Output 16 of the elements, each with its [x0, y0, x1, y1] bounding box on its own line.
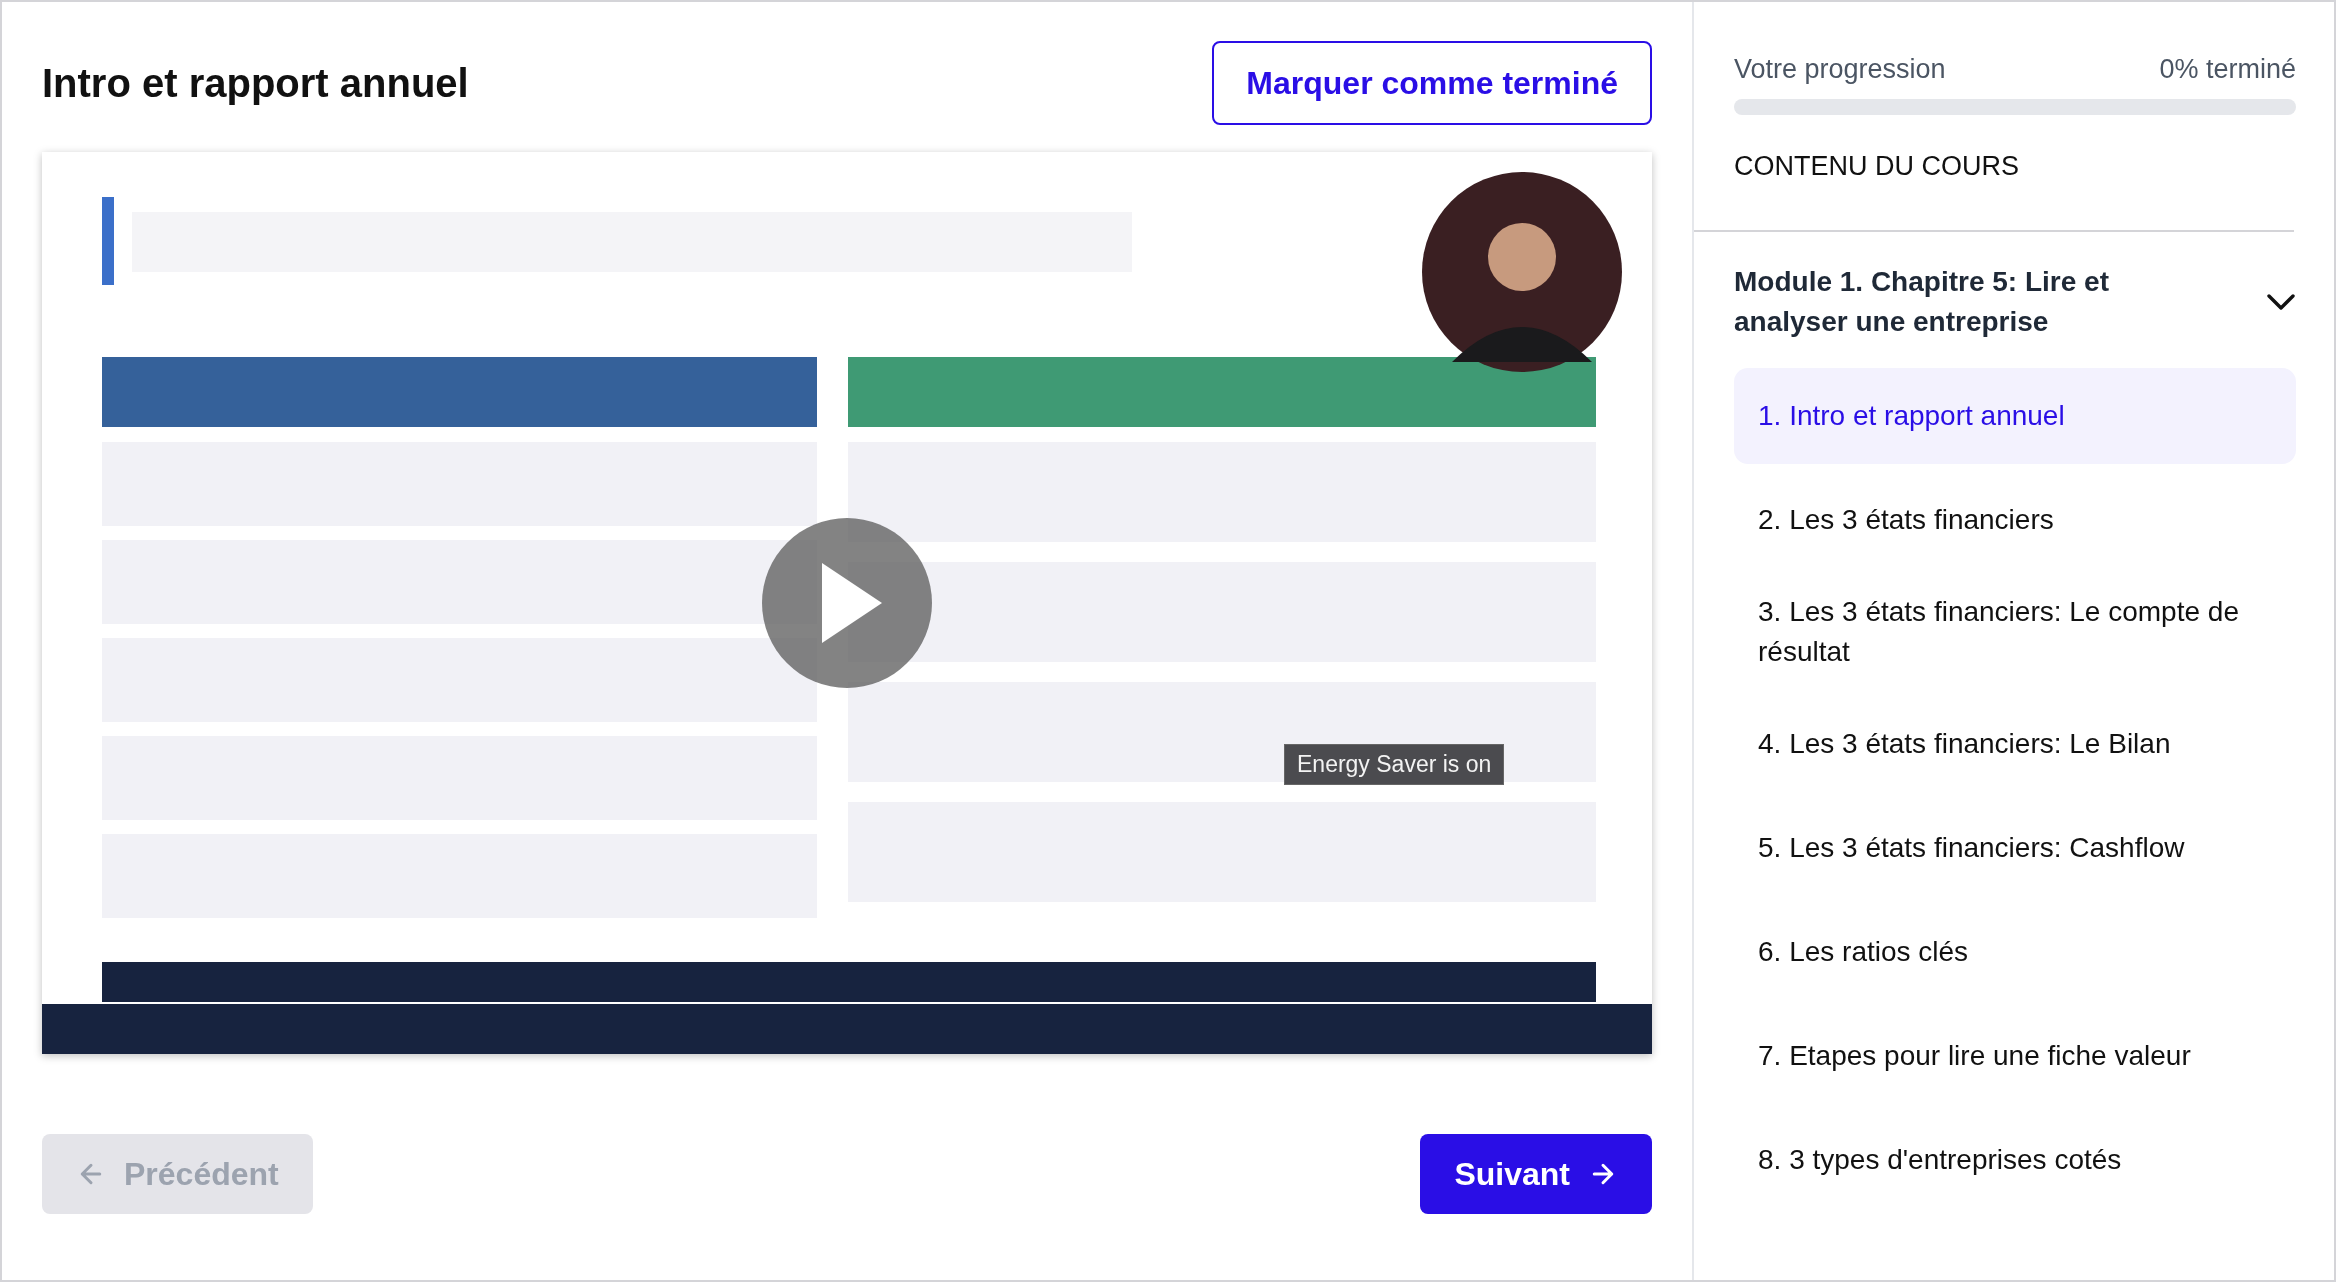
progress-reading: 0% terminé	[2159, 54, 2296, 85]
lesson-item[interactable]: 6. Les ratios clés	[1734, 904, 2296, 1000]
tooltip: Energy Saver is on	[1284, 744, 1505, 785]
progress-label: Votre progression	[1734, 54, 1946, 85]
lesson-item[interactable]: 3. Les 3 états financiers: Le compte de résultat	[1734, 576, 2296, 688]
next-button[interactable]: Suivant	[1420, 1134, 1652, 1214]
lesson-title: Intro et rapport annuel	[42, 60, 469, 106]
lesson-item[interactable]: 7. Etapes pour lire une fiche valeur	[1734, 1008, 2296, 1104]
lesson-item[interactable]: 1. Intro et rapport annuel	[1734, 368, 2296, 464]
lesson-item[interactable]: 5. Les 3 états financiers: Cashflow	[1734, 800, 2296, 896]
lesson-item[interactable]: 4. Les 3 états financiers: Le Bilan	[1734, 696, 2296, 792]
section-title: CONTENU DU COURS	[1694, 115, 2294, 232]
mark-complete-button[interactable]: Marquer comme terminé	[1212, 41, 1652, 125]
lesson-item[interactable]: 8. 3 types d'entreprises cotés	[1734, 1112, 2296, 1208]
lesson-item[interactable]: 2. Les 3 états financiers	[1734, 472, 2296, 568]
module-header[interactable]: Module 1. Chapitre 5: Lire et analyser une entreprise	[1694, 232, 2334, 342]
